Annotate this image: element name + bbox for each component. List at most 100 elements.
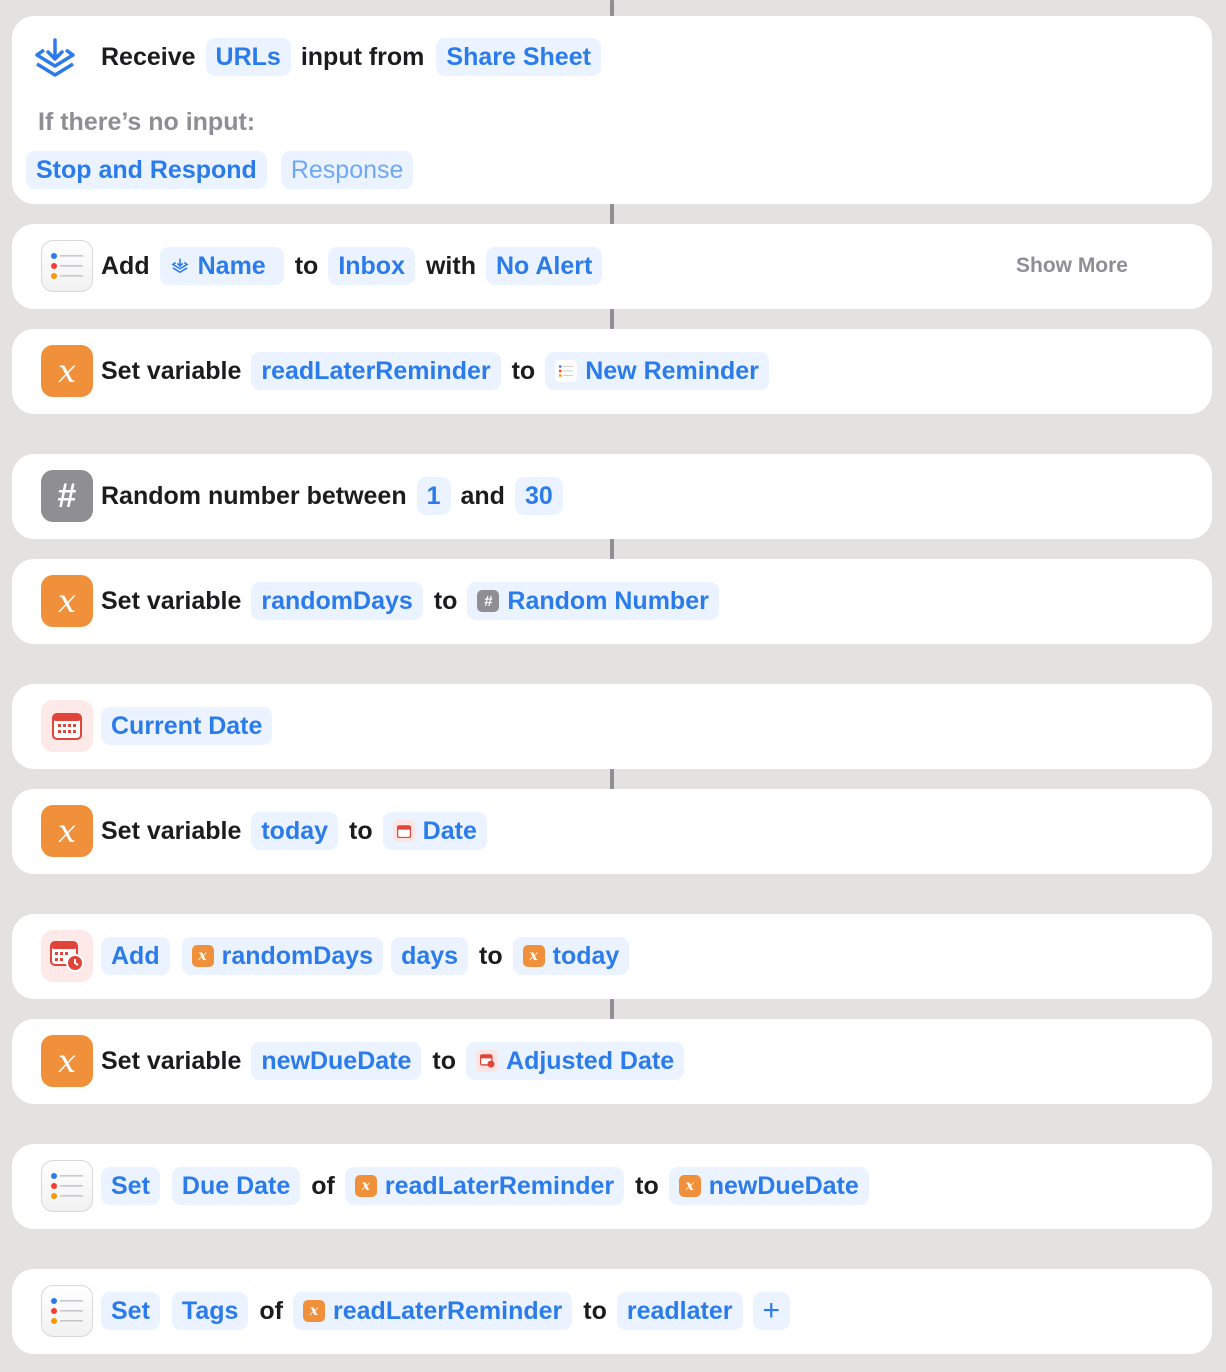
to-label: to: [349, 816, 373, 845]
variable-icon: x: [41, 1035, 93, 1087]
variable-icon: x: [303, 1300, 326, 1322]
current-date-token[interactable]: Current Date: [101, 707, 273, 745]
stop-and-respond-token[interactable]: Stop and Respond: [26, 151, 267, 189]
no-input-label: If there’s no input:: [38, 108, 256, 136]
reminder-variable-token[interactable]: x readLaterReminder: [344, 1167, 625, 1205]
calendar-clock-icon: [41, 930, 93, 982]
set-variable-action[interactable]: x Set variable randomDays to # Random Nu…: [12, 559, 1212, 644]
variable-value-label: Date: [422, 816, 477, 845]
add-tag-button[interactable]: +: [752, 1292, 791, 1330]
set-verb-token[interactable]: Set: [101, 1292, 160, 1330]
variable-value-token[interactable]: Date: [382, 812, 487, 850]
target-date-token[interactable]: x today: [512, 937, 630, 975]
flow-connector: [610, 769, 614, 789]
set-variable-label: Set variable: [101, 356, 242, 385]
input-source-token[interactable]: Share Sheet: [436, 38, 601, 76]
value-variable-token[interactable]: x newDueDate: [668, 1167, 869, 1205]
calendar-clock-icon: [476, 1050, 499, 1072]
set-variable-label: Set variable: [101, 1046, 242, 1075]
show-more-button[interactable]: Show More: [1016, 254, 1128, 278]
reminder-name-token[interactable]: Name: [159, 247, 284, 285]
amount-label: randomDays: [221, 941, 374, 970]
shortcuts-input-icon: [170, 255, 190, 277]
to-label: to: [294, 251, 319, 280]
calendar-icon: [392, 820, 415, 842]
current-date-action[interactable]: Current Date: [12, 684, 1212, 769]
and-label: and: [460, 481, 505, 510]
calendar-icon: [41, 700, 93, 752]
field-token[interactable]: Due Date: [171, 1167, 301, 1205]
variable-icon: x: [41, 345, 93, 397]
field-token[interactable]: Tags: [171, 1292, 249, 1330]
variable-value-label: New Reminder: [585, 356, 759, 385]
set-variable-label: Set variable: [101, 816, 242, 845]
amount-token[interactable]: x randomDays: [181, 937, 384, 975]
variable-value-label: Random Number: [507, 586, 709, 615]
of-label: of: [259, 1296, 284, 1325]
list-token[interactable]: Inbox: [328, 247, 415, 285]
random-min-token[interactable]: 1: [416, 477, 451, 515]
to-label: to: [432, 1046, 457, 1075]
variable-name-token[interactable]: randomDays: [251, 582, 423, 620]
variable-icon: x: [354, 1175, 377, 1197]
input-type-token[interactable]: URLs: [205, 38, 291, 76]
add-label: Add: [101, 251, 150, 280]
add-reminder-action[interactable]: Add Name to Inbox with No Alert Show Mor…: [12, 224, 1212, 309]
variable-value-token[interactable]: Adjusted Date: [466, 1042, 685, 1080]
reminder-variable-token[interactable]: x readLaterReminder: [293, 1292, 573, 1330]
hash-icon: #: [41, 470, 93, 522]
variable-value-token[interactable]: # Random Number: [467, 582, 719, 620]
flow-connector: [610, 309, 614, 329]
reminders-icon: [555, 360, 578, 382]
tag-value-token[interactable]: readlater: [616, 1292, 743, 1330]
unit-token[interactable]: days: [391, 937, 469, 975]
random-number-label: Random number between: [101, 481, 407, 510]
variable-value-token[interactable]: New Reminder: [545, 352, 769, 390]
flow-connector: [610, 204, 614, 224]
flow-connector: [610, 0, 614, 16]
to-label: to: [433, 586, 458, 615]
receive-input-action[interactable]: Receive URLs input from Share Sheet If t…: [12, 16, 1212, 204]
to-label: to: [583, 1296, 607, 1325]
random-max-token[interactable]: 30: [514, 477, 563, 515]
variable-name-token[interactable]: newDueDate: [251, 1042, 422, 1080]
variable-name-token[interactable]: readLaterReminder: [251, 352, 501, 390]
set-variable-action[interactable]: x Set variable readLaterReminder to New …: [12, 329, 1212, 414]
receive-label: Receive: [101, 42, 196, 71]
of-label: of: [311, 1171, 335, 1200]
variable-icon: x: [678, 1175, 701, 1197]
flow-connector: [610, 999, 614, 1019]
operation-token[interactable]: Add: [101, 937, 170, 975]
set-variable-action[interactable]: x Set variable newDueDate to Adjusted Da…: [12, 1019, 1212, 1104]
variable-icon: x: [41, 575, 93, 627]
to-label: to: [511, 356, 536, 385]
reminders-app-icon: [41, 1160, 93, 1212]
reminders-app-icon: [41, 1285, 93, 1337]
variable-icon: x: [191, 945, 214, 967]
shortcuts-input-icon: [34, 36, 76, 82]
reminder-variable-label: readLaterReminder: [333, 1296, 563, 1325]
response-token[interactable]: Response: [280, 151, 414, 189]
target-date-label: today: [552, 941, 620, 970]
set-verb-token[interactable]: Set: [101, 1167, 160, 1205]
set-reminder-detail-action[interactable]: Set Tags of x readLaterReminder to readl…: [12, 1269, 1212, 1354]
reminder-name-label: Name: [197, 251, 266, 280]
set-reminder-detail-action[interactable]: Set Due Date of x readLaterReminder to x…: [12, 1144, 1212, 1229]
random-number-action[interactable]: # Random number between 1 and 30: [12, 454, 1212, 539]
variable-value-label: Adjusted Date: [506, 1046, 675, 1075]
to-label: to: [635, 1171, 659, 1200]
adjust-date-action[interactable]: Add x randomDays days to x today: [12, 914, 1212, 999]
input-from-label: input from: [300, 42, 425, 71]
hash-icon: #: [477, 590, 500, 612]
to-label: to: [479, 941, 503, 970]
variable-icon: x: [522, 945, 545, 967]
variable-name-token[interactable]: today: [251, 812, 339, 850]
variable-icon: x: [41, 805, 93, 857]
reminder-variable-label: readLaterReminder: [384, 1171, 615, 1200]
value-variable-label: newDueDate: [708, 1171, 859, 1200]
flow-connector: [610, 539, 614, 559]
set-variable-action[interactable]: x Set variable today to Date: [12, 789, 1212, 874]
with-label: with: [425, 251, 476, 280]
set-variable-label: Set variable: [101, 586, 242, 615]
alert-token[interactable]: No Alert: [485, 247, 603, 285]
